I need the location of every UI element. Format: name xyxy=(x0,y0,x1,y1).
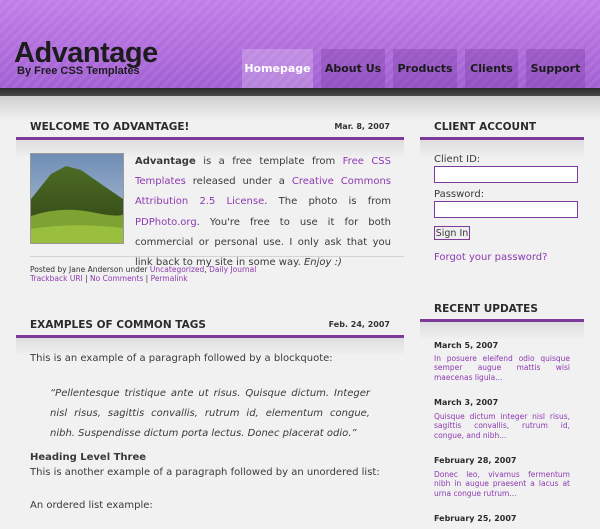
paragraph: This is another example of a paragraph f… xyxy=(30,467,380,478)
blockquote: “Pellentesque tristique ante ut risus. Q… xyxy=(50,388,370,439)
pdphoto-link[interactable]: PDPhoto.org xyxy=(135,217,197,228)
client-id-input[interactable] xyxy=(434,166,578,183)
sidebar-header-shade xyxy=(420,322,584,340)
comments-link[interactable]: No Comments xyxy=(90,274,143,283)
update-date: March 3, 2007 xyxy=(434,398,499,407)
post-date: Feb. 24, 2007 xyxy=(328,320,390,329)
paragraph: This is an example of a paragraph follow… xyxy=(30,353,333,364)
posted-by: Posted by Jane Anderson under xyxy=(30,265,150,274)
post-text: released under a xyxy=(185,176,292,188)
post-header: EXAMPLES OF COMMON TAGS Feb. 24, 2007 xyxy=(16,317,404,338)
recent-updates-title: RECENT UPDATES xyxy=(434,303,538,315)
post-meta: Posted by Jane Anderson under Uncategori… xyxy=(30,265,256,283)
nav-homepage[interactable]: Homepage xyxy=(242,49,313,88)
post-date: Mar. 8, 2007 xyxy=(334,122,390,131)
ordered-list-label: An ordered list example: xyxy=(30,500,153,511)
trackback-link[interactable]: Trackback URI xyxy=(30,274,83,283)
password-label: Password: xyxy=(434,189,485,200)
post-text: . The photo is from xyxy=(264,196,391,208)
header-shadow xyxy=(0,96,600,120)
header-bottom-bar xyxy=(0,88,600,96)
sign-in-button[interactable]: Sign In xyxy=(434,226,470,240)
password-input[interactable] xyxy=(434,201,578,218)
permalink-link[interactable]: Permalink xyxy=(151,274,188,283)
post-emphasis: Enjoy :) xyxy=(303,257,342,269)
update-link[interactable]: Quisque dictum integer nisl risus, sagit… xyxy=(434,412,570,440)
post-strong: Advantage xyxy=(135,156,196,167)
update-link[interactable]: In posuere eleifend odio quisque semper … xyxy=(434,354,570,382)
post-header: WELCOME TO ADVANTAGE! Mar. 8, 2007 xyxy=(16,119,404,140)
update-date: February 25, 2007 xyxy=(434,514,517,523)
site-header: Advantage By Free CSS Templates Homepage… xyxy=(0,0,600,88)
post-photo xyxy=(30,153,124,244)
separator: | xyxy=(82,274,91,283)
post-title[interactable]: WELCOME TO ADVANTAGE! xyxy=(30,121,189,133)
update-date: February 28, 2007 xyxy=(434,456,517,465)
site-title[interactable]: Advantage xyxy=(14,38,158,68)
category-link-uncategorized[interactable]: Uncategorized xyxy=(150,265,204,274)
post-text: is a free template from xyxy=(195,156,343,167)
client-id-label: Client ID: xyxy=(434,154,481,165)
separator: | xyxy=(143,274,151,283)
site-subtitle: By Free CSS Templates xyxy=(17,65,140,77)
update-link[interactable]: Donec leo, vivamus fermentum nibh in aug… xyxy=(434,470,570,498)
forgot-password-link[interactable]: Forgot your password? xyxy=(434,252,547,263)
nav-products[interactable]: Products xyxy=(393,49,457,88)
post-divider xyxy=(30,256,404,257)
nav-clients[interactable]: Clients xyxy=(465,49,518,88)
category-link-daily-journal[interactable]: Daily Journal xyxy=(209,265,256,274)
sidebar-header: RECENT UPDATES xyxy=(420,301,584,322)
mountain-landscape-photo xyxy=(31,154,123,243)
client-account-title: CLIENT ACCOUNT xyxy=(434,121,537,133)
sidebar-header: CLIENT ACCOUNT xyxy=(420,119,584,140)
update-date: March 5, 2007 xyxy=(434,341,499,350)
heading-level-three: Heading Level Three xyxy=(30,452,147,463)
nav-about-us[interactable]: About Us xyxy=(321,49,385,88)
post-title[interactable]: EXAMPLES OF COMMON TAGS xyxy=(30,319,206,331)
nav-support[interactable]: Support xyxy=(526,49,585,88)
